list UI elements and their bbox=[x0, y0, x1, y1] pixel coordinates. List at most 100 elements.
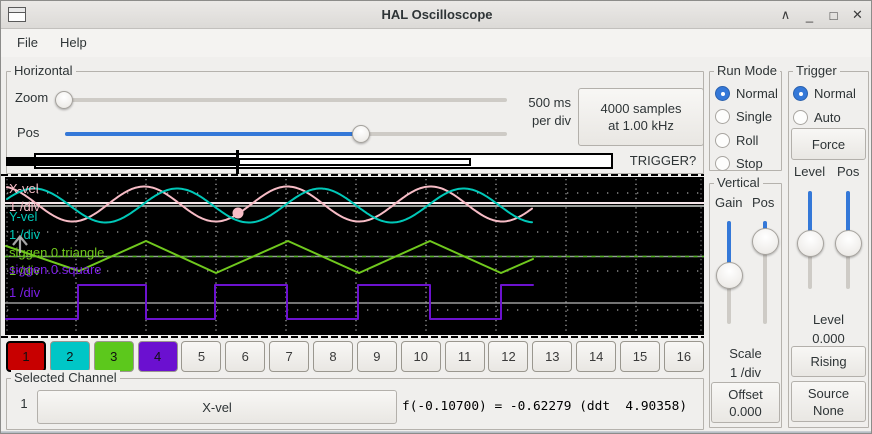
trigger-status-label: TRIGGER? bbox=[621, 153, 705, 168]
channel-button-3[interactable]: 3 bbox=[94, 341, 134, 372]
scope-channel-label: 1 /div bbox=[9, 285, 41, 300]
horizontal-frame-label: Horizontal bbox=[11, 63, 76, 79]
scope-top-edge bbox=[1, 174, 704, 176]
menu-file[interactable]: File bbox=[13, 30, 42, 56]
samples-line1: 4000 samples bbox=[601, 100, 682, 117]
trigger-source-line1: Source bbox=[808, 385, 849, 402]
channel-button-10[interactable]: 10 bbox=[401, 341, 441, 372]
scope-channel-label: siggen.0.triangle bbox=[9, 245, 104, 260]
channel-button-6[interactable]: 6 bbox=[225, 341, 265, 372]
trigger-option-label: Normal bbox=[814, 86, 856, 101]
maximize-icon[interactable]: □ bbox=[826, 8, 841, 23]
pos-slider-label: Pos bbox=[17, 125, 39, 140]
radio-icon[interactable] bbox=[715, 156, 730, 171]
time-per-div-value: 500 ms bbox=[506, 94, 571, 112]
channel-button-13[interactable]: 13 bbox=[532, 341, 572, 372]
hpos-slider-thumb[interactable] bbox=[352, 125, 370, 143]
trigger-level-value: 0.000 bbox=[790, 330, 867, 347]
record-captured-bar bbox=[6, 157, 238, 166]
channel-button-15[interactable]: 15 bbox=[620, 341, 660, 372]
trigger-option-label: Auto bbox=[814, 110, 841, 125]
trigger-option-normal[interactable]: Normal bbox=[793, 86, 856, 101]
channel-button-14[interactable]: 14 bbox=[576, 341, 616, 372]
trace-siggen.0.square bbox=[6, 285, 533, 319]
channel-button-row: 12345678910111213141516 bbox=[6, 341, 704, 372]
time-per-div-unit: per div bbox=[506, 112, 571, 130]
offset-line1: Offset bbox=[728, 386, 762, 403]
menu-help[interactable]: Help bbox=[56, 30, 91, 56]
channel-button-2[interactable]: 2 bbox=[50, 341, 90, 372]
force-button[interactable]: Force bbox=[791, 128, 866, 160]
radio-selected-icon[interactable] bbox=[715, 86, 730, 101]
samples-button[interactable]: 4000 samples at 1.00 kHz bbox=[578, 88, 704, 146]
channel-button-12[interactable]: 12 bbox=[488, 341, 528, 372]
scope-channel-label: Y-vel bbox=[9, 209, 38, 224]
radio-icon[interactable] bbox=[793, 110, 808, 125]
selected-channel-frame-label: Selected Channel bbox=[11, 370, 120, 386]
channel-button-8[interactable]: 8 bbox=[313, 341, 353, 372]
scale-value: 1 /div bbox=[709, 364, 782, 381]
trigger-source-button[interactable]: Source None bbox=[791, 381, 866, 422]
window-title: HAL Oscilloscope bbox=[1, 1, 872, 29]
scope-canvas: X-vel1 /divY-vel1 /divsiggen.0.triangle1… bbox=[5, 177, 704, 335]
run-mode-option-label: Single bbox=[736, 109, 772, 124]
channel-button-1[interactable]: 1 bbox=[6, 341, 46, 372]
trigger-option-auto[interactable]: Auto bbox=[793, 110, 841, 125]
app-window: HAL Oscilloscope ∧ _ □ ✕ File Help Horiz… bbox=[0, 0, 872, 434]
trigger-level-slider-label: Level bbox=[794, 164, 825, 179]
selected-channel-readout: f(-0.10700) = -0.62279 (ddt 4.90358) bbox=[402, 397, 704, 417]
channel-button-11[interactable]: 11 bbox=[445, 341, 485, 372]
zoom-slider-track[interactable] bbox=[55, 98, 507, 102]
offset-button[interactable]: Offset 0.000 bbox=[711, 382, 780, 423]
selected-channel-number: 1 bbox=[13, 391, 35, 417]
radio-icon[interactable] bbox=[715, 133, 730, 148]
time-per-div-readout: 500 ms per div bbox=[506, 94, 571, 130]
samples-line2: at 1.00 kHz bbox=[608, 117, 674, 134]
close-icon[interactable]: ✕ bbox=[850, 7, 865, 23]
channel-button-16[interactable]: 16 bbox=[664, 341, 704, 372]
trigger-pos-slider-label: Pos bbox=[837, 164, 859, 179]
shade-icon[interactable]: ∧ bbox=[778, 7, 793, 23]
scope-bottom-edge bbox=[1, 336, 704, 338]
zoom-slider-label: Zoom bbox=[15, 90, 48, 105]
vertical-pos-slider-label: Pos bbox=[752, 195, 774, 210]
channel-button-5[interactable]: 5 bbox=[181, 341, 221, 372]
channel-button-9[interactable]: 9 bbox=[357, 341, 397, 372]
gain-slider-thumb[interactable] bbox=[716, 262, 743, 289]
radio-selected-icon[interactable] bbox=[793, 86, 808, 101]
trigger-frame-label: Trigger bbox=[793, 63, 840, 79]
radio-icon[interactable] bbox=[715, 109, 730, 124]
selected-channel-source-button[interactable]: X-vel bbox=[37, 390, 397, 424]
record-trigger-position-marker bbox=[236, 150, 239, 174]
trigger-pos-slider-thumb[interactable] bbox=[835, 230, 862, 257]
channel-button-7[interactable]: 7 bbox=[269, 341, 309, 372]
run-mode-option-label: Normal bbox=[736, 86, 778, 101]
vertical-pos-slider-thumb[interactable] bbox=[752, 228, 779, 255]
scope-channel-label: siggen.0.square bbox=[9, 262, 102, 277]
window-controls: ∧ _ □ ✕ bbox=[778, 1, 865, 29]
vertical-frame-label: Vertical bbox=[714, 175, 763, 191]
scope-display: X-vel1 /divY-vel1 /divsiggen.0.triangle1… bbox=[5, 177, 704, 335]
run-mode-option-label: Roll bbox=[736, 133, 758, 148]
run-mode-frame-label: Run Mode bbox=[714, 63, 780, 79]
trigger-point-marker bbox=[233, 208, 244, 219]
trigger-edge-button[interactable]: Rising bbox=[791, 346, 866, 377]
trigger-level-caption: Level bbox=[790, 311, 867, 328]
record-view-box bbox=[238, 158, 471, 166]
run-mode-option-stop[interactable]: Stop bbox=[715, 156, 763, 171]
zoom-slider-thumb[interactable] bbox=[55, 91, 73, 109]
run-mode-option-label: Stop bbox=[736, 156, 763, 171]
run-mode-option-roll[interactable]: Roll bbox=[715, 133, 758, 148]
trigger-level-slider-thumb[interactable] bbox=[797, 230, 824, 257]
gain-slider-label: Gain bbox=[715, 195, 742, 210]
scope-channel-label: X-vel bbox=[9, 181, 39, 196]
scope-channel-label: 1 /div bbox=[9, 227, 41, 242]
channel-button-4[interactable]: 4 bbox=[138, 341, 178, 372]
run-mode-option-single[interactable]: Single bbox=[715, 109, 772, 124]
offset-line2: 0.000 bbox=[729, 403, 762, 420]
minimize-icon[interactable]: _ bbox=[802, 8, 817, 23]
scale-caption: Scale bbox=[709, 345, 782, 362]
run-mode-option-normal[interactable]: Normal bbox=[715, 86, 778, 101]
hpos-slider-fill bbox=[65, 132, 361, 136]
trigger-source-line2: None bbox=[813, 402, 844, 419]
